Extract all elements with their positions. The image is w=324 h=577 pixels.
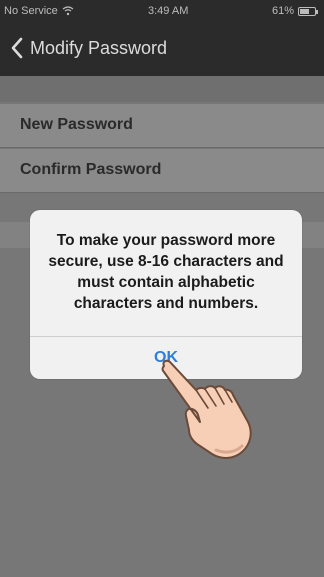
confirm-password-row[interactable]: Confirm Password	[0, 149, 324, 193]
new-password-row[interactable]: New Password	[0, 104, 324, 148]
pointing-hand-icon	[161, 359, 252, 459]
back-button[interactable]: Modify Password	[10, 36, 167, 60]
alert-dialog: To make your password more secure, use 8…	[30, 210, 302, 379]
new-password-label: New Password	[20, 116, 133, 133]
battery-fill	[300, 8, 309, 14]
wifi-icon	[62, 6, 74, 16]
section-spacer	[0, 76, 324, 102]
carrier-text: No Service	[4, 5, 58, 17]
battery-percent: 61%	[271, 5, 294, 17]
status-bar: No Service 3:49 AM 61%	[0, 0, 324, 22]
battery-icon	[298, 6, 318, 16]
confirm-password-label: Confirm Password	[20, 161, 162, 178]
status-time: 3:49 AM	[148, 5, 189, 17]
page-title: Modify Password	[30, 37, 168, 58]
top-bar: No Service 3:49 AM 61% Modify Password	[0, 0, 324, 76]
alert-message: To make your password more secure, use 8…	[48, 232, 284, 312]
nav-bar: Modify Password	[0, 22, 324, 76]
status-left: No Service	[4, 5, 74, 17]
status-right: 61%	[271, 5, 318, 17]
chevron-left-icon	[11, 37, 23, 59]
phone-screen: No Service 3:49 AM 61% Modify Password N…	[0, 0, 324, 577]
